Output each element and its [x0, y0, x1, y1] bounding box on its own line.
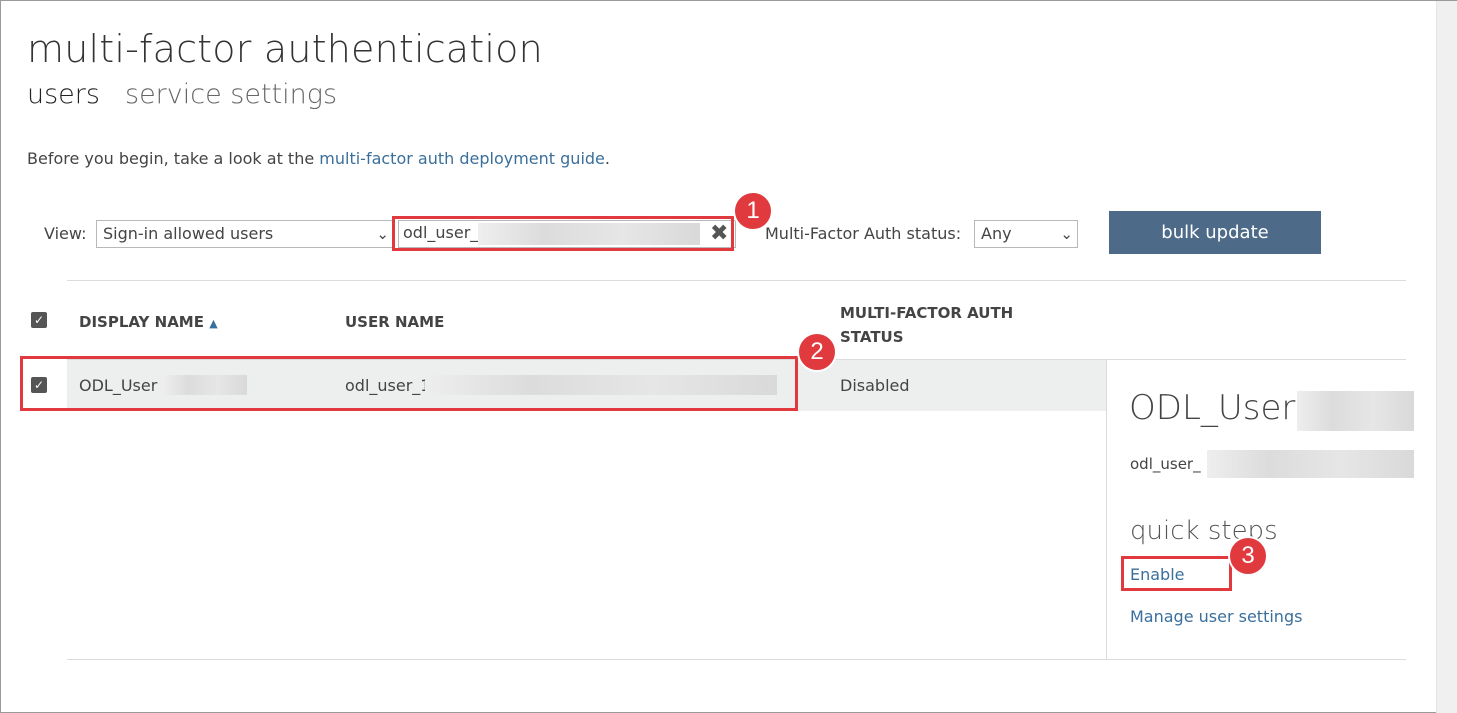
tab-users[interactable]: users	[27, 79, 100, 110]
highlight-box-1	[392, 216, 734, 251]
divider-top	[67, 280, 1406, 281]
redacted-blur	[1297, 391, 1414, 431]
bulk-update-button[interactable]: bulk update	[1109, 211, 1321, 254]
intro-prefix: Before you begin, take a look at the	[27, 149, 320, 168]
sort-ascending-icon: ▲	[209, 317, 218, 330]
vertical-scrollbar[interactable]	[1436, 1, 1457, 713]
chevron-down-icon: ⌄	[376, 225, 389, 243]
detail-pane-divider	[1106, 360, 1107, 660]
column-header-mfa-line2: STATUS	[840, 328, 904, 346]
deployment-guide-link[interactable]: multi-factor auth deployment guide	[319, 149, 605, 168]
highlight-box-2	[20, 356, 798, 411]
step-badge-2: 2	[797, 332, 837, 372]
highlight-box-3	[1121, 556, 1232, 591]
mfa-status-value: Any	[981, 224, 1012, 243]
column-header-user-name[interactable]: USER NAME	[345, 313, 444, 331]
tab-service-settings[interactable]: service settings	[125, 79, 337, 110]
view-select-value: Sign-in allowed users	[103, 224, 274, 243]
column-header-display-name[interactable]: DISPLAY NAME ▲	[79, 313, 218, 331]
redacted-blur	[1207, 450, 1414, 478]
view-label: View:	[44, 224, 87, 243]
column-header-mfa-status[interactable]: MULTI-FACTOR AUTH STATUS	[840, 301, 1013, 349]
column-header-display-name-label: DISPLAY NAME	[79, 313, 204, 331]
mfa-status-select[interactable]: Any ⌄	[974, 220, 1078, 248]
mfa-status-label: Multi-Factor Auth status:	[765, 224, 962, 243]
page-title: multi-factor authentication	[27, 27, 543, 71]
manage-user-settings-link[interactable]: Manage user settings	[1130, 607, 1302, 626]
intro-text: Before you begin, take a look at the mul…	[27, 149, 610, 168]
step-badge-3: 3	[1228, 536, 1268, 576]
row-mfa-status: Disabled	[840, 376, 910, 395]
divider-bottom	[67, 659, 1406, 660]
detail-username: odl_user_	[1130, 455, 1201, 473]
view-select[interactable]: Sign-in allowed users ⌄	[96, 220, 394, 248]
detail-user-name: ODL_User	[1129, 388, 1296, 428]
intro-suffix: .	[604, 149, 610, 168]
column-header-mfa-line1: MULTI-FACTOR AUTH	[840, 304, 1014, 322]
chevron-down-icon: ⌄	[1060, 225, 1073, 243]
select-all-checkbox[interactable]: ✓	[31, 312, 47, 328]
